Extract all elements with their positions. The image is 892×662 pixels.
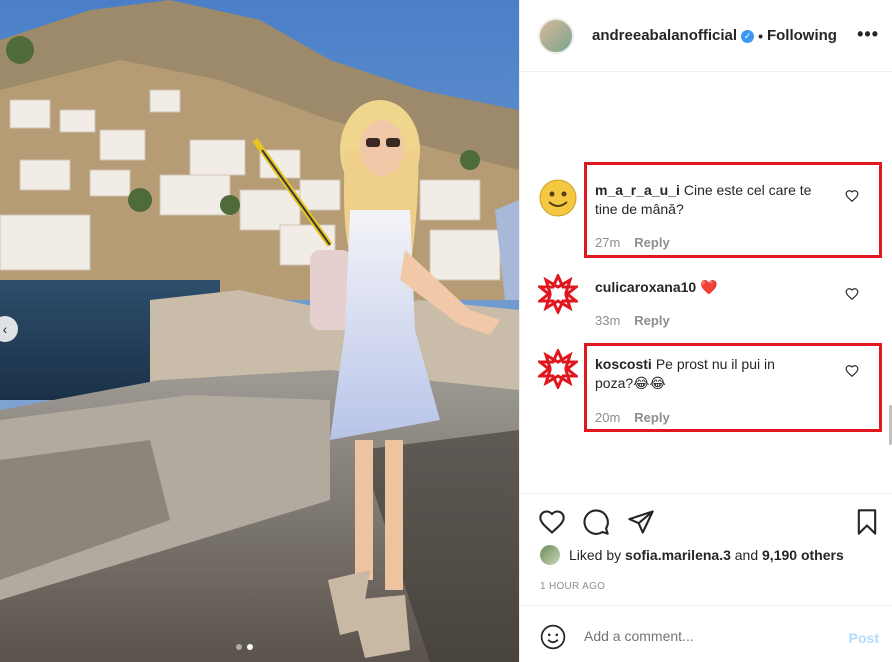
comment-time[interactable]: 33m [595, 313, 620, 328]
likes-prefix: Liked by [569, 547, 622, 563]
post-comment-button[interactable]: Post [849, 630, 879, 646]
likes-and: and [734, 547, 759, 563]
share-paper-plane-icon[interactable] [627, 508, 655, 536]
highlight-box [584, 343, 882, 432]
verified-badge-icon: ✓ [741, 30, 755, 43]
comment-username[interactable]: culicaroxana10 [595, 279, 696, 295]
post-header: andreeabalanofficial ✓ • Following ••• [520, 0, 892, 72]
red-star-avatar-icon[interactable] [538, 274, 578, 314]
carousel-indicator [236, 644, 253, 650]
comment-body: culicaroxana10 ❤️ [595, 278, 835, 297]
save-bookmark-icon[interactable] [853, 508, 881, 536]
photo-scene [0, 0, 519, 662]
post-timestamp[interactable]: 1 HOUR AGO [540, 581, 605, 592]
highlight-box [584, 162, 882, 258]
action-bar [520, 493, 892, 553]
separator-dot: • [758, 27, 763, 44]
likes-summary: Liked by sofia.marilena.3 and 9,190 othe… [540, 545, 844, 565]
carousel-dot [236, 644, 242, 650]
carousel-dot-active [247, 644, 253, 650]
red-star-avatar-icon[interactable] [538, 349, 578, 389]
liker-username[interactable]: sofia.marilena.3 [625, 547, 731, 563]
likes-count-link[interactable]: 9,190 others [762, 547, 844, 563]
username-text: andreeabalanofficial [592, 27, 738, 44]
red-heart-emoji: ❤️ [700, 279, 718, 295]
avatar[interactable] [538, 17, 574, 54]
username-link[interactable]: andreeabalanofficial ✓ [592, 27, 755, 44]
more-options-icon[interactable]: ••• [857, 24, 879, 45]
smiley-emoji-avatar-icon[interactable] [538, 178, 578, 218]
liker-avatar[interactable] [540, 545, 560, 565]
reply-button[interactable]: Reply [634, 313, 669, 328]
add-comment-input[interactable] [584, 628, 824, 644]
add-comment-bar: Post [520, 605, 892, 662]
post-photo[interactable]: ‹ [0, 0, 519, 662]
following-button[interactable]: Following [767, 27, 837, 44]
post-details-panel: andreeabalanofficial ✓ • Following ••• m_… [519, 0, 892, 662]
comment-meta: 33m Reply [595, 313, 670, 328]
comment-bubble-icon[interactable] [582, 508, 610, 536]
like-comment-heart-icon[interactable] [845, 287, 859, 301]
like-heart-icon[interactable] [538, 508, 566, 536]
emoji-picker-icon[interactable] [540, 624, 566, 650]
